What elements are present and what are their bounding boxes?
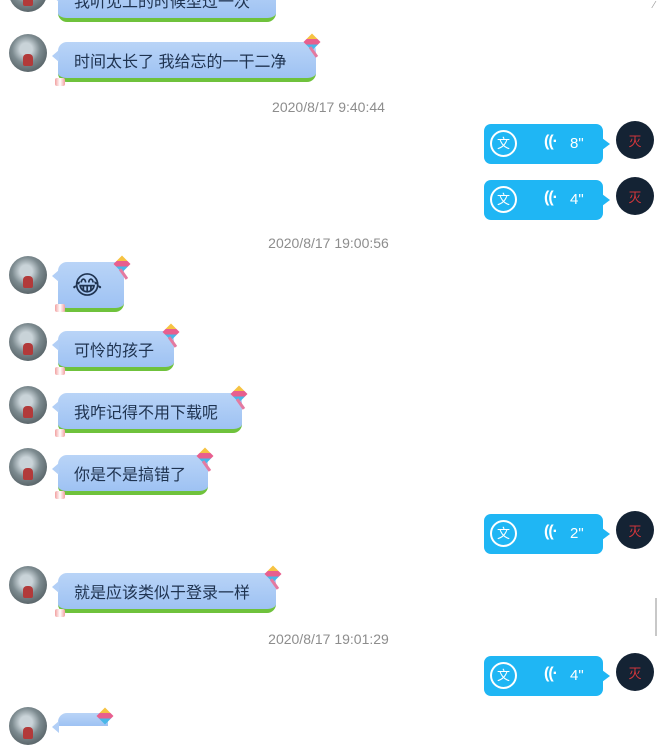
contact-avatar[interactable] [9,707,47,745]
message-text: 你是不是搞错了 [74,467,187,484]
voice-message-outgoing[interactable]: 文 ((· 4" [484,656,610,696]
ribbon-sticker-icon [55,491,65,499]
contact-avatar[interactable] [9,566,47,604]
self-avatar-glyph: 灭 [628,523,642,539]
contact-avatar[interactable] [9,256,47,294]
self-avatar-glyph: 灭 [628,665,642,681]
scroll-edge-mark: ⁄ [653,0,655,11]
voice-wave-icon: ((· [544,523,558,540]
message-text: 可怜的孩子 [74,343,155,360]
contact-avatar[interactable] [9,0,47,12]
self-avatar[interactable]: 灭 [616,177,654,215]
message-text: 就是应该类似于登录一样 [74,585,251,602]
translate-icon[interactable]: 文 [490,186,517,213]
voice-wave-icon: ((· [544,133,558,150]
message-text: 时间太长了 我给忘的一干二净 [74,54,287,71]
voice-wave-icon: ((· [544,665,558,682]
voice-duration: 4" [570,191,584,208]
voice-duration: 2" [570,525,584,542]
ribbon-sticker-icon [55,78,65,86]
voice-message-outgoing[interactable]: 文 ((· 4" [484,180,610,220]
voice-message-outgoing[interactable]: 文 ((· 2" [484,514,610,554]
message-bubble-incoming[interactable]: 我咋记得不用下载呢 [52,393,242,433]
self-avatar[interactable]: 灭 [616,121,654,159]
contact-avatar[interactable] [9,34,47,72]
message-bubble-incoming[interactable]: 😂 [52,262,124,312]
message-bubble-incoming[interactable]: 你是不是搞错了 [52,455,208,495]
timestamp: 2020/8/17 19:01:29 [268,631,389,647]
timestamp: 2020/8/17 19:00:56 [268,235,389,251]
self-avatar[interactable]: 灭 [616,653,654,691]
contact-avatar[interactable] [9,448,47,486]
contact-avatar[interactable] [9,386,47,424]
message-bubble-incoming[interactable]: 我听见工的时候型过一次 [52,0,276,22]
message-bubble-incoming[interactable]: 就是应该类似于登录一样 [52,573,276,613]
emoji-laughing: 😂 [72,269,103,300]
ribbon-sticker-icon [55,429,65,437]
translate-icon[interactable]: 文 [490,662,517,689]
voice-duration: 4" [570,667,584,684]
ribbon-sticker-icon [55,304,65,312]
ribbon-sticker-icon [55,609,65,617]
voice-duration: 8" [570,135,584,152]
contact-avatar[interactable] [9,323,47,361]
translate-icon[interactable]: 文 [490,520,517,547]
message-text: 我咋记得不用下载呢 [74,405,219,422]
self-avatar-glyph: 灭 [628,189,642,205]
self-avatar[interactable]: 灭 [616,511,654,549]
ribbon-sticker-icon [55,367,65,375]
voice-message-outgoing[interactable]: 文 ((· 8" [484,124,610,164]
self-avatar-glyph: 灭 [628,133,642,149]
message-bubble-incoming[interactable]: 时间太长了 我给忘的一干二净 [52,42,316,82]
timestamp: 2020/8/17 9:40:44 [272,99,385,115]
message-bubble-incoming[interactable]: 可怜的孩子 [52,331,174,371]
voice-wave-icon: ((· [544,189,558,206]
translate-icon[interactable]: 文 [490,130,517,157]
message-text: 我听见工的时候型过一次 [74,0,251,11]
